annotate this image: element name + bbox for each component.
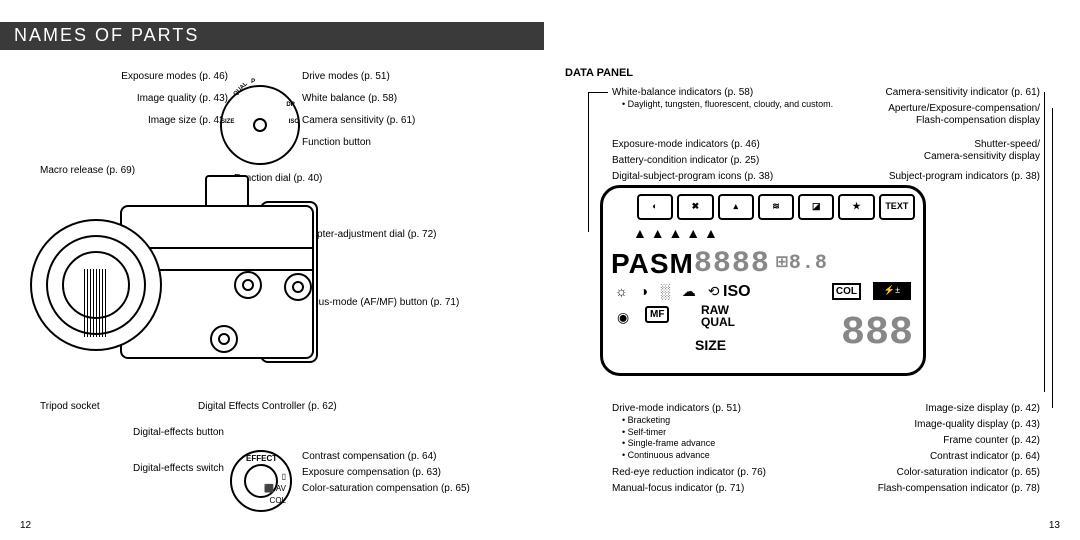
camera-diagram <box>30 175 320 400</box>
mf-icon: MF <box>645 306 669 323</box>
label-contrast-ind: Contrast indicator (p. 64) <box>840 450 1040 463</box>
iso-indicator: ISO <box>723 282 751 303</box>
label-subj-prog-ind: Subject-program indicators (p. 38) <box>840 170 1040 183</box>
col-indicator: COL <box>832 283 861 300</box>
label-redeye-ind: Red-eye reduction indicator (p. 76) <box>612 466 766 479</box>
label-diopter: Diopter-adjustment dial (p. 72) <box>302 228 437 241</box>
wb-icons: ☼ ◑ ░ ☁ ⟲ <box>615 282 724 300</box>
page-number-left: 12 <box>20 519 31 532</box>
leader-line <box>1052 108 1053 408</box>
label-exposure-comp: Exposure compensation (p. 63) <box>302 466 441 479</box>
label-cam-sens-disp: Camera-sensitivity display <box>840 150 1040 163</box>
leader-line <box>588 92 589 232</box>
label-flash-comp-ind: Flash-compensation indicator (p. 78) <box>840 482 1040 495</box>
label-digital-effects-button: Digital-effects button <box>104 426 224 439</box>
dsp-icons-row: ◐ ✖ ▴ ≋ ◪ ★ TEXT <box>637 194 915 220</box>
page-number-right: 13 <box>1049 519 1060 532</box>
label-batt-ind: Battery-condition indicator (p. 25) <box>612 154 759 167</box>
dsp-icon: ✖ <box>677 194 713 220</box>
leader-line <box>1044 92 1045 392</box>
label-image-quality: Image quality (p. 43) <box>118 92 228 105</box>
label-dec: Digital Effects Controller (p. 62) <box>198 400 337 413</box>
label-dsp-icons: Digital-subject-program icons (p. 38) <box>612 170 773 183</box>
raw-qual: RAWQUAL <box>701 304 735 328</box>
label-color-sat-ind: Color-saturation indicator (p. 65) <box>840 466 1040 479</box>
label-camera-sens: Camera sensitivity (p. 61) <box>302 114 415 127</box>
effect-dial-diagram: EFFECT ▯ ⬛ AV COL <box>230 450 292 512</box>
dsp-icon: ◐ <box>637 194 673 220</box>
label-frame-counter: Frame counter (p. 42) <box>840 434 1040 447</box>
label-function-button: Function button <box>302 136 371 149</box>
label-focus-mode: Focus-mode (AF/MF) button (p. 71) <box>302 296 459 309</box>
label-exposure-modes: Exposure modes (p. 46) <box>118 70 228 83</box>
label-white-balance: White balance (p. 58) <box>302 92 397 105</box>
flash-comp-icon: ⚡± <box>873 282 911 300</box>
label-contrast-comp: Contrast compensation (p. 64) <box>302 450 437 463</box>
page-title: NAMES OF PARTS <box>0 22 544 50</box>
leader-line <box>588 92 608 93</box>
dsp-icon: TEXT <box>879 194 915 220</box>
label-image-size-disp: Image-size display (p. 42) <box>840 402 1040 415</box>
function-dial-diagram: P DR ISO SIZE QUAL <box>215 80 301 166</box>
label-image-size: Image size (p. 42) <box>118 114 228 127</box>
label-drivemode-ind: Drive-mode indicators (p. 51) • Bracketi… <box>612 402 741 462</box>
label-flash-disp: Flash-compensation display <box>840 114 1040 127</box>
redeye-icon: ◉ <box>617 308 629 326</box>
label-digital-effects-switch: Digital-effects switch <box>104 462 224 475</box>
dsp-icon: ≋ <box>758 194 794 220</box>
pasm-indicator: PASM <box>611 246 694 282</box>
label-drive-modes: Drive modes (p. 51) <box>302 70 390 83</box>
label-tripod: Tripod socket <box>40 400 100 413</box>
label-cam-sens-ind: Camera-sensitivity indicator (p. 61) <box>840 86 1040 99</box>
frame-counter-seg: 888 <box>841 308 913 360</box>
shutter-segment: 8888 <box>694 245 770 284</box>
label-image-qual-disp: Image-quality display (p. 43) <box>840 418 1040 431</box>
dsp-icon: ★ <box>838 194 874 220</box>
dsp-icon: ▴ <box>718 194 754 220</box>
label-color-sat-comp: Color-saturation compensation (p. 65) <box>302 482 470 495</box>
aperture-segment: ⊞8.8 <box>776 251 828 277</box>
label-wb-indicators: White-balance indicators (p. 58) • Dayli… <box>612 86 833 111</box>
dsp-icon: ◪ <box>798 194 834 220</box>
label-expmode-ind: Exposure-mode indicators (p. 46) <box>612 138 760 151</box>
size-indicator: SIZE <box>695 336 726 354</box>
label-mf-ind: Manual-focus indicator (p. 71) <box>612 482 744 495</box>
data-panel-title: DATA PANEL <box>565 66 633 80</box>
lcd-panel-diagram: ◐ ✖ ▴ ≋ ◪ ★ TEXT ▲ ▲ ▲ ▲ ▲ PASM 8888 ⊞8.… <box>600 185 926 376</box>
drive-arrows: ▲ ▲ ▲ ▲ ▲ <box>633 224 913 240</box>
